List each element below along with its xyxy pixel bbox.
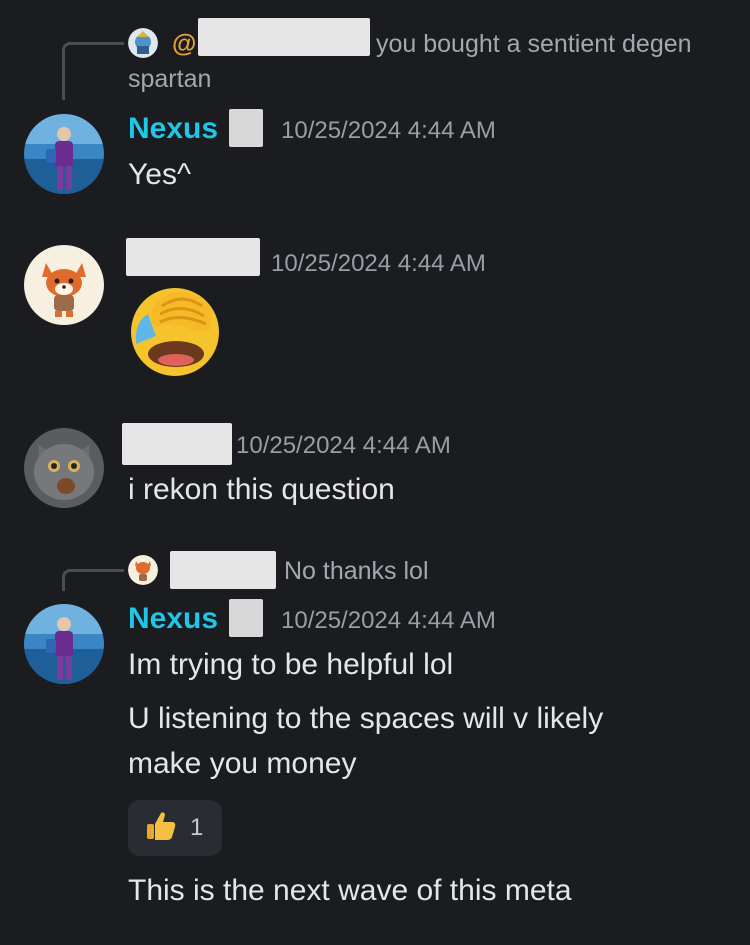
message-text: This is the next wave of this meta xyxy=(128,874,572,907)
avatar-cat[interactable] xyxy=(24,428,104,508)
redacted-username xyxy=(126,238,260,276)
user-badge-redacted xyxy=(229,599,263,637)
message-text: make you money xyxy=(128,747,357,780)
message-text: i rekon this question xyxy=(128,473,395,506)
reply-connector xyxy=(62,569,124,591)
thumbs-up-icon xyxy=(144,809,178,848)
timestamp: 10/25/2024 4:44 AM xyxy=(236,432,451,459)
username-nexus[interactable]: Nexus xyxy=(128,112,218,146)
reply-avatar[interactable] xyxy=(128,28,158,58)
avatar-fox[interactable] xyxy=(24,245,104,325)
reaction-count: 1 xyxy=(190,814,204,841)
laughing-face-emoji-icon xyxy=(126,282,224,380)
message-text: Im trying to be helpful lol xyxy=(128,648,454,681)
user-badge-redacted xyxy=(229,109,263,147)
reply-preview-text-continued[interactable]: spartan xyxy=(128,65,211,94)
avatar-nexus[interactable] xyxy=(24,114,104,194)
reply-preview-text[interactable]: you bought a sentient degen xyxy=(376,30,692,59)
reply-avatar[interactable] xyxy=(128,555,158,585)
redacted-username xyxy=(122,423,232,465)
redacted-username xyxy=(170,551,276,589)
reply-connector xyxy=(62,42,124,100)
chat-view: @ you bought a sentient degen spartan Ne… xyxy=(0,0,750,945)
reaction-thumbs-up[interactable]: 1 xyxy=(128,800,222,856)
reply-mention[interactable]: @ xyxy=(172,30,196,59)
timestamp: 10/25/2024 4:44 AM xyxy=(271,250,486,277)
timestamp: 10/25/2024 4:44 AM xyxy=(281,607,496,634)
username-nexus[interactable]: Nexus xyxy=(128,602,218,636)
message-text: Yes^ xyxy=(128,158,192,191)
reply-preview-text[interactable]: No thanks lol xyxy=(284,557,429,586)
avatar-nexus[interactable] xyxy=(24,604,104,684)
timestamp: 10/25/2024 4:44 AM xyxy=(281,117,496,144)
redacted-username xyxy=(198,18,370,56)
message-text: U listening to the spaces will v likely xyxy=(128,702,604,735)
